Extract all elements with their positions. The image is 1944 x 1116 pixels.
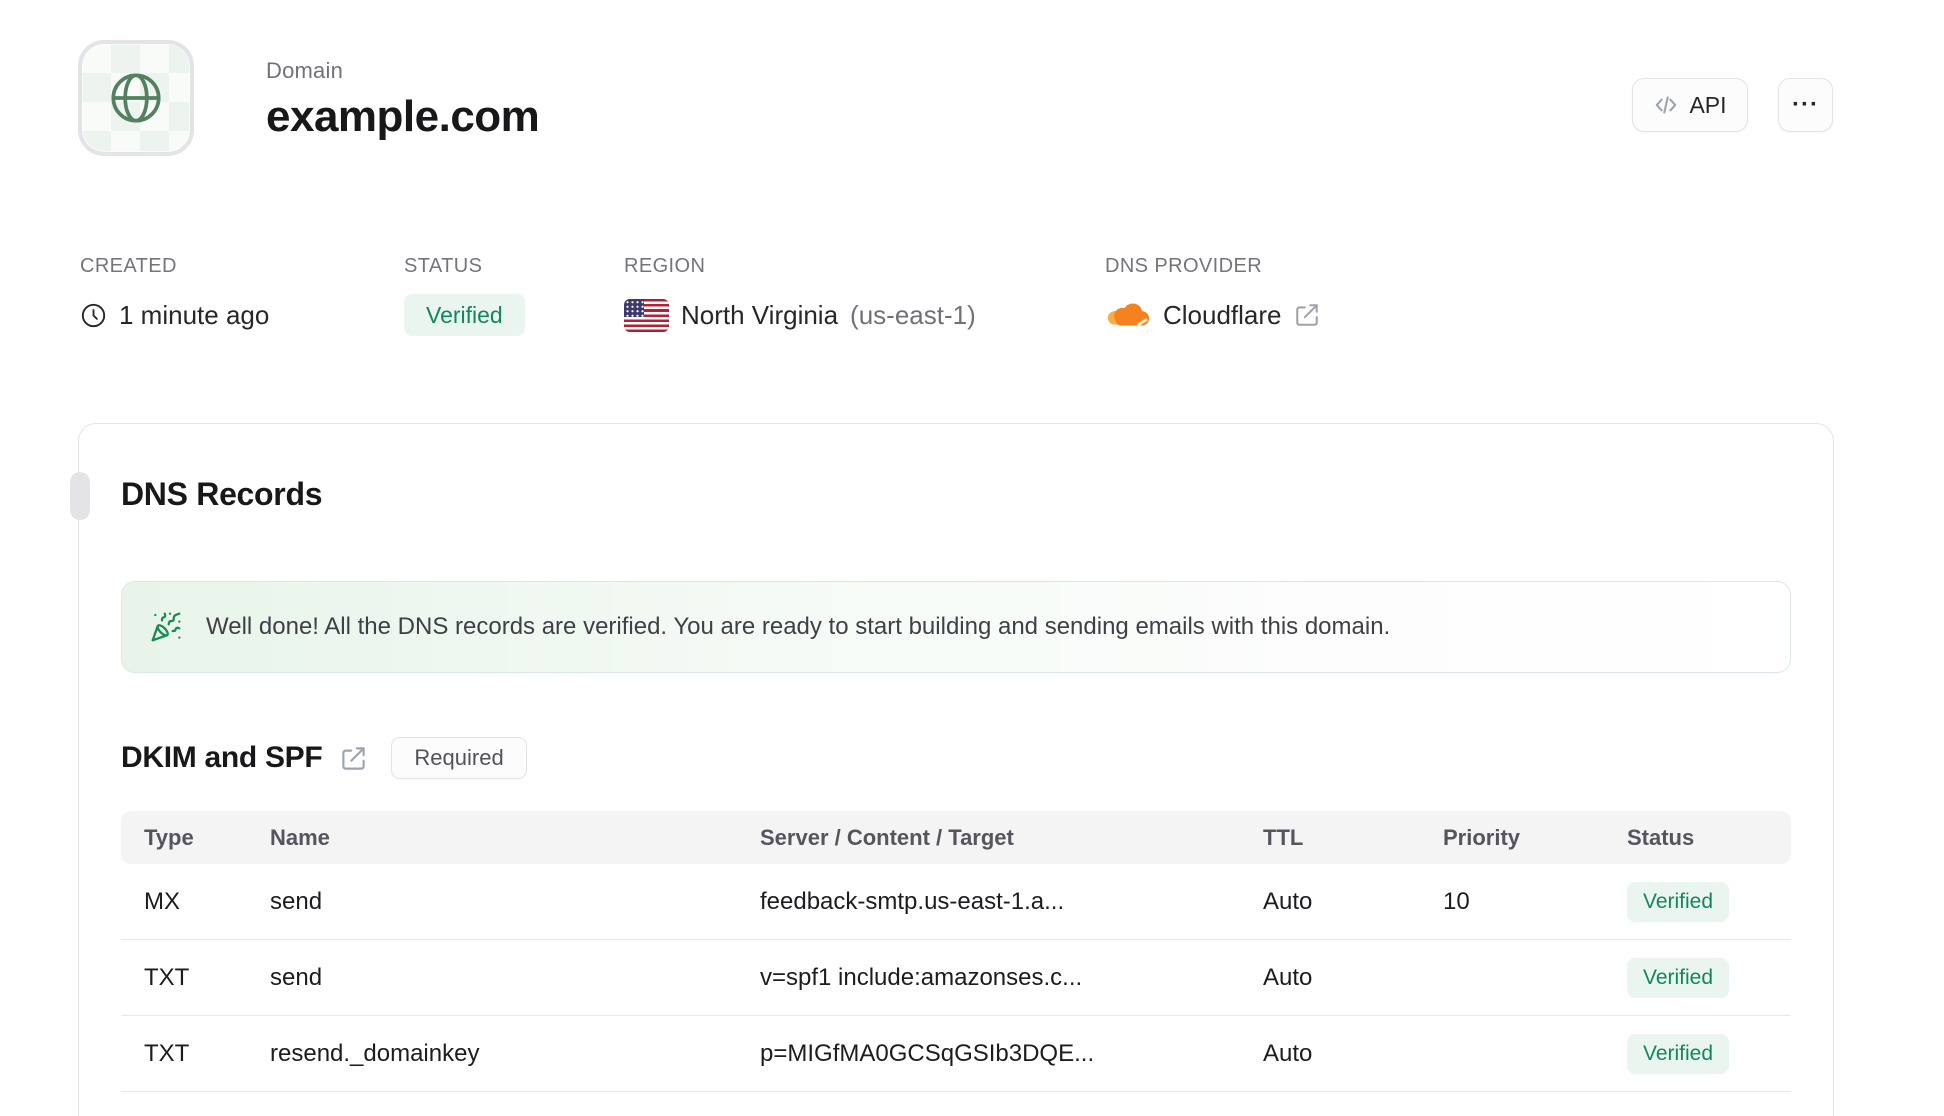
col-header-status: Status (1627, 824, 1695, 850)
record-type: MX (144, 887, 180, 915)
table-row: MX send feedback-smtp.us-east-1.a... Aut… (121, 864, 1791, 940)
record-type: TXT (144, 1039, 190, 1067)
header-actions: API ··· (1632, 78, 1833, 132)
record-content[interactable]: v=spf1 include:amazonses.c... (737, 964, 1240, 992)
api-button-label: API (1689, 91, 1727, 118)
created-label: CREATED (80, 255, 177, 277)
meta-status: STATUS Verified (404, 255, 525, 336)
record-name: send (270, 963, 323, 991)
meta-region: REGION North Virginia (us-east-1) (624, 255, 976, 336)
dns-provider-value: Cloudflare (1163, 299, 1282, 330)
dns-records-card: DNS Records Well done! All the DNS recor… (70, 423, 1834, 1116)
us-flag-icon (624, 298, 669, 332)
record-content[interactable]: p=MIGfMA0GCSqGSIb3DQE... (737, 1040, 1240, 1068)
domain-avatar (78, 40, 194, 156)
entity-type-label: Domain (266, 58, 344, 83)
required-badge: Required (391, 737, 527, 779)
external-link-icon[interactable] (1294, 302, 1320, 328)
record-name: send (270, 887, 323, 915)
dkim-spf-title: DKIM and SPF (121, 741, 323, 774)
status-label: STATUS (404, 255, 483, 277)
api-button[interactable]: API (1632, 78, 1748, 132)
table-row: TXT resend._domainkey p=MIGfMA0GCSqGSIb3… (121, 1016, 1791, 1092)
record-priority: 10 (1443, 887, 1470, 915)
section-indicator-pill (70, 472, 90, 520)
dns-records-table: Type Name Server / Content / Target TTL … (121, 811, 1791, 1092)
region-name: North Virginia (681, 299, 839, 330)
col-header-name: Name (270, 824, 330, 850)
dkim-spf-section-header: DKIM and SPF Required (121, 736, 527, 780)
record-type: TXT (144, 963, 190, 991)
col-header-content: Server / Content / Target (760, 824, 1014, 850)
page-header: Domain example.com (266, 58, 540, 142)
success-banner-message: Well done! All the DNS records are verif… (206, 613, 1391, 640)
record-ttl: Auto (1263, 1039, 1313, 1067)
status-badge: Verified (404, 294, 525, 336)
table-header-row: Type Name Server / Content / Target TTL … (121, 811, 1791, 864)
globe-icon (103, 65, 169, 131)
party-popper-icon (150, 611, 182, 643)
more-options-button[interactable]: ··· (1778, 78, 1833, 132)
record-ttl: Auto (1263, 963, 1313, 991)
record-content[interactable]: feedback-smtp.us-east-1.a... (737, 888, 1240, 916)
page-title: example.com (266, 92, 540, 141)
record-status-badge: Verified (1627, 957, 1730, 998)
dns-records-title: DNS Records (121, 476, 323, 512)
code-icon (1653, 92, 1679, 118)
record-status-badge: Verified (1627, 881, 1730, 922)
col-header-priority: Priority (1443, 824, 1521, 850)
cloudflare-icon (1105, 299, 1151, 331)
record-status-badge: Verified (1627, 1033, 1730, 1074)
meta-created: CREATED 1 minute ago (80, 255, 269, 336)
col-header-ttl: TTL (1263, 824, 1304, 850)
clock-icon (80, 302, 107, 329)
meta-dns-provider: DNS PROVIDER Cloudflare (1105, 255, 1320, 336)
ellipsis-icon: ··· (1792, 91, 1819, 118)
table-row: TXT send v=spf1 include:amazonses.c... A… (121, 940, 1791, 1016)
region-code: (us-east-1) (850, 299, 976, 330)
external-link-icon[interactable] (340, 745, 367, 772)
col-header-type: Type (144, 824, 194, 850)
region-label: REGION (624, 255, 706, 277)
record-ttl: Auto (1263, 887, 1313, 915)
success-banner: Well done! All the DNS records are verif… (121, 581, 1791, 673)
dns-provider-label: DNS PROVIDER (1105, 255, 1263, 277)
created-value: 1 minute ago (119, 299, 270, 330)
record-name: resend._domainkey (270, 1039, 480, 1067)
